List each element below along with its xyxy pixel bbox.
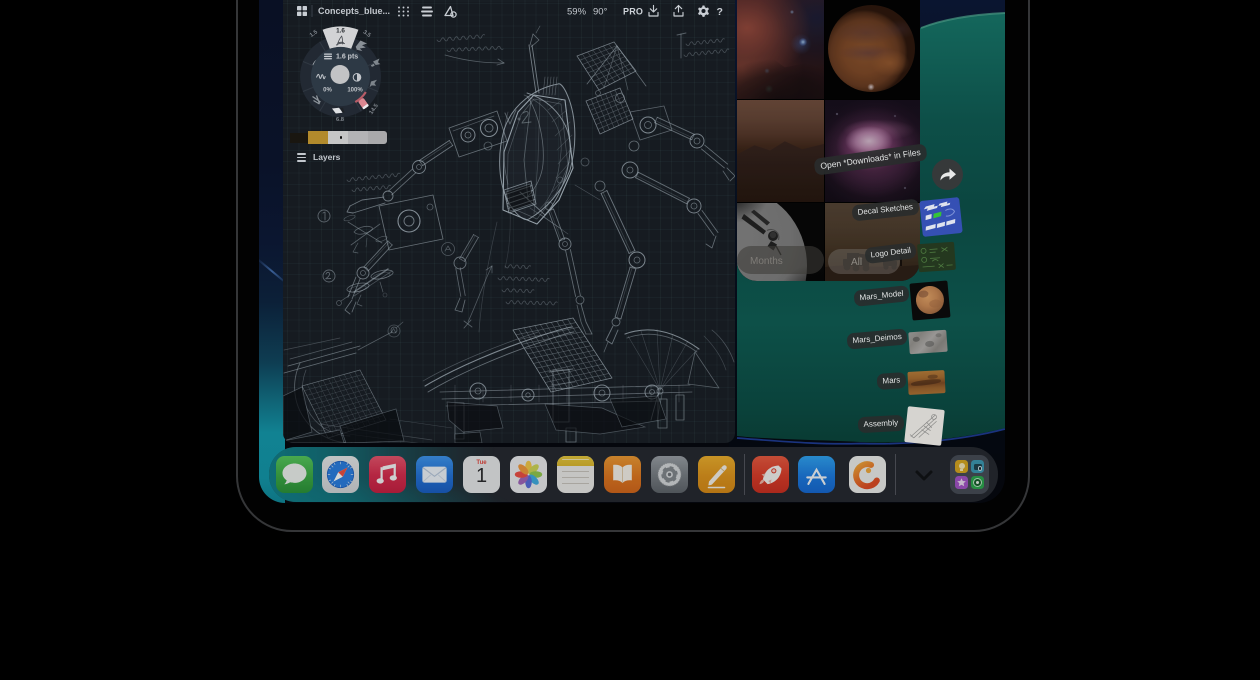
svg-text:6.8: 6.8 [336,117,345,123]
svg-text:Concepts_blue...: Concepts_blue... [318,6,390,16]
svg-text:1.6: 1.6 [336,28,345,35]
svg-text:90°: 90° [593,7,608,18]
svg-text:1.5: 1.5 [309,29,320,39]
svg-text:?: ? [717,6,723,18]
svg-text:0%: 0% [323,87,332,93]
svg-text:1.6 pts: 1.6 pts [336,54,358,61]
svg-text:100%: 100% [347,87,363,93]
svg-text:59%: 59% [567,7,587,18]
svg-text:3.5: 3.5 [362,29,373,39]
svg-text:PRO: PRO [623,7,643,17]
svg-text:14.5: 14.5 [368,102,380,115]
